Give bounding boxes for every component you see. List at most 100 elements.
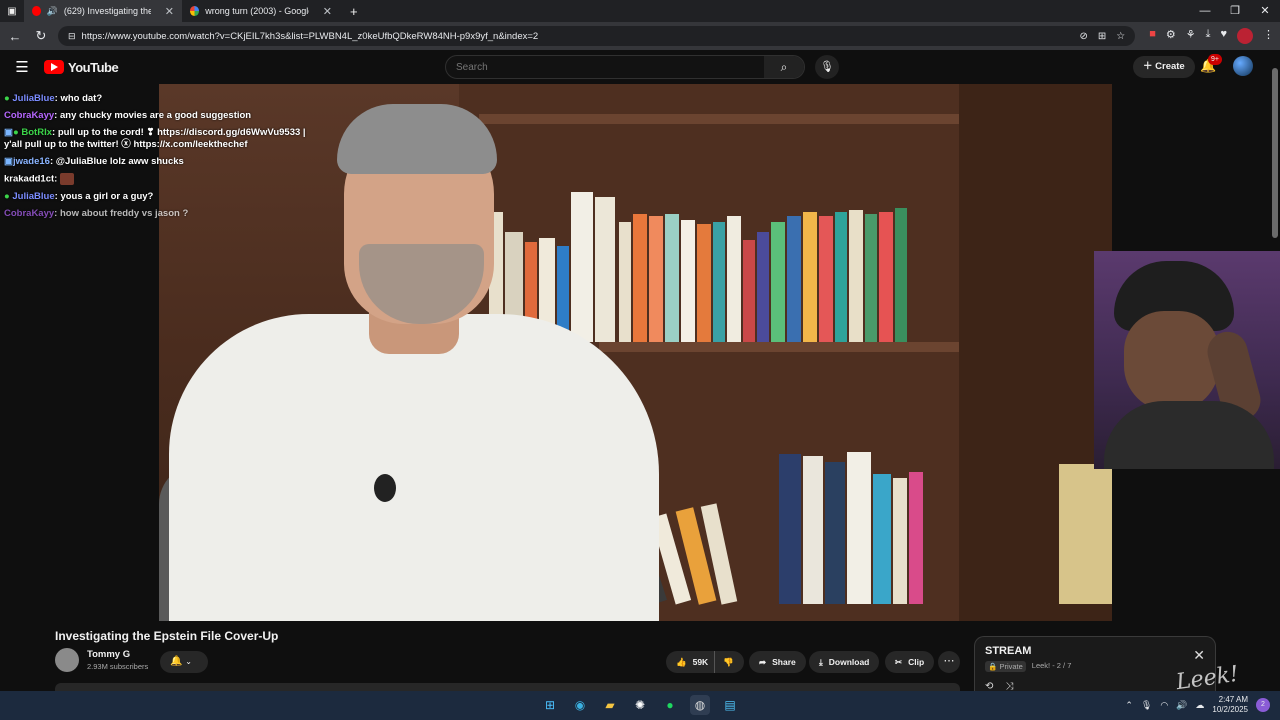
taskbar-apps: ⊞ ◉ ▰ ✺ ● ◍ ▤ [540, 695, 740, 715]
more-actions-icon[interactable]: ⋯ [938, 651, 960, 673]
create-button[interactable]: ＋ Create [1133, 56, 1195, 78]
channel-info: Tommy G 2.93M subscribers [55, 648, 148, 672]
onedrive-icon[interactable]: ☁ [1195, 700, 1204, 711]
chat-text: any chucky movies are a good suggestion [59, 110, 252, 121]
menu-hamburger-icon[interactable]: ☰ [0, 58, 44, 76]
chat-text: how about freddy vs jason ? [59, 207, 189, 219]
translate-icon[interactable]: ⊘ [1079, 31, 1087, 42]
description-box[interactable] [55, 683, 960, 691]
close-window-button[interactable]: ✕ [1250, 0, 1280, 22]
google-favicon-icon [190, 6, 200, 16]
extension-icon[interactable]: ■ [1149, 28, 1156, 44]
chat-username: CobraKayy [4, 110, 55, 121]
tab-actions-icon[interactable]: ▣ [0, 6, 24, 17]
chat-message: krakadd1ct: [4, 173, 324, 186]
wifi-icon[interactable]: ◠ [1160, 700, 1168, 711]
book-row-lower [607, 444, 959, 605]
man-hair [337, 104, 497, 174]
share-button[interactable]: ➦ Share [749, 651, 806, 673]
install-app-icon[interactable]: ⊞ [1098, 31, 1106, 42]
chat-message: CobraKayy: any chucky movies are a good … [4, 110, 252, 121]
volume-icon[interactable]: 🔊 [1176, 700, 1187, 711]
download-icon[interactable]: ⤓ [1206, 28, 1211, 44]
subscription-bell-button[interactable]: 🔔 ⌄ [160, 651, 208, 673]
video-title: Investigating the Epstein File Cover-Up [55, 629, 279, 643]
chat-message: ● JuliaBlue: who dat? [4, 93, 103, 104]
notification-badge: 9+ [1208, 54, 1222, 65]
chat-username: krakadd1ct [4, 173, 55, 185]
youtube-play-icon [44, 60, 64, 74]
privacy-badge: 🔒 Private [985, 661, 1026, 672]
profile-avatar[interactable] [1237, 28, 1253, 44]
like-button[interactable]: 👍 59K 👎 [666, 651, 744, 673]
speaker-icon[interactable]: 🔊 [47, 6, 58, 17]
minimize-button[interactable]: — [1190, 0, 1220, 22]
new-tab-button[interactable]: + [340, 4, 358, 19]
channel-name[interactable]: Tommy G [87, 649, 148, 660]
microphone-icon[interactable]: 🎙 [815, 55, 839, 79]
tab-title: wrong turn (2003) - Google Searc [205, 6, 309, 16]
channel-avatar[interactable] [55, 648, 79, 672]
page-scrollbar[interactable] [1272, 58, 1278, 688]
playlist-name[interactable]: STREAM [985, 645, 1205, 657]
edge-browser-icon[interactable]: ◉ [570, 695, 590, 715]
chat-text: pull up to the cord! ❣ https://discord.g… [57, 127, 306, 138]
heart-extension-icon[interactable]: ♥ [1220, 28, 1227, 44]
clip-label: Clip [908, 657, 925, 667]
chat-username: jwade16 [12, 156, 50, 167]
search-box: ⌕ [445, 55, 805, 79]
search-icon[interactable]: ⌕ [764, 56, 804, 78]
site-info-icon[interactable]: ⊟ [68, 31, 76, 42]
chat-text: y'all pull up to the twitter! ⓧ https://… [4, 139, 248, 150]
system-tray: ⌃ 🎙 ◠ 🔊 ☁ 2:47 AM 10/2/2025 2 [1125, 695, 1270, 715]
bookmark-star-icon[interactable]: ☆ [1116, 31, 1125, 42]
youtube-logo[interactable]: YouTube [44, 60, 119, 75]
chat-text: yous a girl or a guy? [60, 190, 154, 202]
streamer-webcam [1094, 251, 1280, 469]
chat-username: JuliaBlue [12, 190, 55, 202]
tab-google[interactable]: wrong turn (2003) - Google Searc ✕ [182, 0, 340, 22]
microphone-tray-icon[interactable]: 🎙 [1141, 700, 1152, 711]
puzzle-extensions-icon[interactable]: ⚙ [1166, 28, 1176, 44]
share-label: Share [772, 657, 796, 667]
scrollbar-thumb[interactable] [1272, 68, 1278, 238]
reload-icon[interactable]: ↻ [32, 28, 50, 44]
system-clock[interactable]: 2:47 AM 10/2/2025 [1212, 695, 1248, 715]
obs-icon[interactable]: ◍ [690, 695, 710, 715]
chat-message: CobraKayy: how about freddy vs jason ? [4, 207, 189, 219]
spotify-icon[interactable]: ● [660, 695, 680, 715]
subscriber-count: 2.93M subscribers [87, 662, 149, 671]
back-arrow-icon[interactable]: ← [6, 29, 24, 44]
notification-count[interactable]: 2 [1256, 698, 1270, 712]
sidebar-icon[interactable]: ⚘ [1186, 28, 1196, 44]
download-button[interactable]: ⤓ Download [809, 651, 880, 673]
file-explorer-icon[interactable]: ▰ [600, 695, 620, 715]
browser-menu-icon[interactable]: ⋮ [1263, 28, 1274, 44]
close-tab-icon[interactable]: ✕ [165, 5, 174, 18]
thumbs-down-icon[interactable]: 👎 [714, 651, 734, 673]
chat-username: CobraKayy [4, 207, 55, 219]
maximize-button[interactable]: ❐ [1220, 0, 1250, 22]
browser-tab-bar: ▣ 🔊 (629) Investigating the Epste ✕ wron… [0, 0, 1280, 22]
notepad-icon[interactable]: ▤ [720, 695, 740, 715]
streamer-shirt [1104, 401, 1274, 469]
search-input[interactable] [446, 56, 764, 78]
url-field[interactable]: ⊟ https://www.youtube.com/watch?v=CKjEIL… [58, 26, 1136, 46]
windows-start-icon[interactable]: ⊞ [540, 695, 560, 715]
clip-button[interactable]: ✂ Clip [885, 651, 935, 673]
chevron-up-icon[interactable]: ⌃ [1125, 700, 1133, 711]
like-count: 59K [692, 657, 709, 667]
clock-date: 10/2/2025 [1212, 705, 1248, 714]
chatgpt-icon[interactable]: ✺ [630, 695, 650, 715]
close-tab-icon[interactable]: ✕ [323, 5, 332, 18]
stream-chat-overlay: ● JuliaBlue: who dat? CobraKayy: any chu… [4, 93, 324, 225]
emote-image [59, 173, 74, 185]
close-icon[interactable]: ✕ [1193, 647, 1205, 664]
windows-taskbar: ⊞ ◉ ▰ ✺ ● ◍ ▤ ⌃ 🎙 ◠ 🔊 ☁ 2:47 AM 10/2/202… [0, 691, 1280, 720]
extensions-area: ■ ⚙ ⚘ ⤓ ♥ ⋮ [1143, 28, 1274, 44]
youtube-favicon-icon [32, 6, 41, 16]
window-controls: — ❐ ✕ [1190, 0, 1280, 22]
account-avatar[interactable] [1233, 56, 1253, 76]
tab-youtube[interactable]: 🔊 (629) Investigating the Epste ✕ [24, 0, 182, 22]
notifications-bell-icon[interactable]: 🔔 9+ [1200, 54, 1222, 74]
